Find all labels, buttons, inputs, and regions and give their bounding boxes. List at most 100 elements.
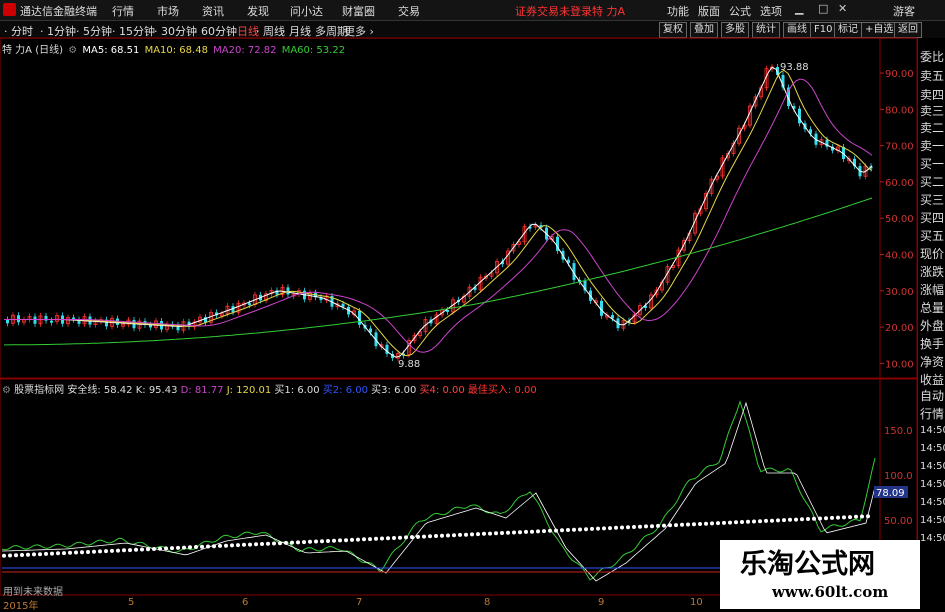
safe-line-dot: [200, 544, 204, 549]
sidebar-change-pct: 涨幅: [920, 283, 945, 297]
safe-line-dot: [590, 526, 594, 531]
safe-line-dot: [698, 522, 702, 526]
safe-line-dot: [608, 526, 612, 531]
safe-line-dot: [764, 518, 768, 523]
tick-time: 14:50: [920, 479, 945, 490]
indicator-tick-label: 50.00: [884, 516, 913, 527]
safe-line-dot: [488, 531, 492, 536]
date-label: 8: [484, 597, 491, 608]
safe-line-dot: [506, 530, 510, 535]
safe-line-dot: [530, 529, 534, 534]
safe-line-dot: [824, 516, 828, 521]
safe-line-dot: [710, 521, 714, 526]
price-tick-label: 20.00: [885, 323, 914, 334]
safe-line-dot: [860, 514, 864, 519]
sidebar-auto[interactable]: 自动: [920, 387, 945, 404]
date-label: 7: [356, 597, 363, 608]
price-tick-label: 60.00: [885, 178, 914, 189]
safe-line-dot: [236, 543, 240, 548]
price-tick-label: 90.00: [885, 69, 914, 80]
safe-line-dot: [164, 546, 168, 551]
price-high-text: 93.88: [780, 62, 809, 73]
safe-line-dot: [740, 520, 744, 524]
safe-line-dot: [692, 522, 696, 527]
safe-line-dot: [560, 528, 564, 533]
indicator-tick-label: 150.0: [884, 426, 913, 437]
safe-line-dot: [50, 551, 54, 556]
safe-line-dot: [182, 545, 186, 550]
ma20-line: [4, 78, 873, 353]
sidebar-buy1: 买一: [920, 157, 945, 171]
sidebar-volume: 总量: [920, 301, 945, 315]
price-pane-frame: [0, 37, 918, 379]
safe-line-dot: [830, 515, 834, 520]
safe-line-dot: [20, 553, 24, 557]
price-high-mark: 93.88: [780, 62, 809, 73]
safe-line-dot: [92, 549, 96, 554]
candles: [6, 63, 873, 362]
safe-line-dot: [344, 538, 348, 543]
safe-line-dot: [788, 517, 792, 522]
safe-line-dot: [104, 549, 108, 554]
sidebar-buy3: 买三: [920, 193, 945, 207]
safe-line-dot: [188, 545, 192, 550]
safe-line-dot: [716, 521, 720, 526]
safe-line-dot: [668, 523, 672, 528]
tick-time: 14:50: [920, 443, 945, 454]
safe-line-dot: [386, 536, 390, 541]
safe-line-dot: [674, 523, 678, 528]
safe-line-dot: [38, 552, 42, 557]
price-tick-label: 80.00: [885, 105, 914, 116]
sidebar-sell2: 卖二: [920, 121, 945, 135]
safe-line-dot: [224, 543, 228, 548]
safe-line-dot: [332, 538, 336, 543]
safe-line-dot: [146, 547, 150, 552]
safe-line-dot: [254, 542, 258, 547]
safe-line-dot: [746, 519, 750, 524]
safe-line-dot: [56, 551, 60, 556]
candle-body: [798, 108, 801, 124]
safe-line-dot: [854, 514, 858, 519]
sidebar-buy2: 买二: [920, 175, 945, 189]
safe-line-dot: [290, 540, 294, 545]
safe-line-dot: [446, 533, 450, 538]
safe-line-dot: [440, 533, 444, 538]
safe-line-dot: [818, 516, 822, 521]
price-low-text: 9.88: [398, 359, 420, 370]
safe-line-dot: [320, 539, 324, 544]
chart-canvas[interactable]: 90.00 80.00 70.00 60.00 50.00 40.00 30.00 20.00…: [0, 0, 945, 609]
safe-line-dot: [800, 517, 804, 522]
tick-time: 14:50: [920, 425, 945, 436]
safe-line-dot: [404, 535, 408, 540]
safe-line-dot: [2, 553, 6, 558]
price-tick-label: 40.00: [885, 251, 914, 262]
safe-line-dot: [230, 543, 234, 548]
safe-line-dot: [770, 518, 774, 523]
safe-line-dot: [836, 515, 840, 520]
safe-line-dot: [8, 553, 12, 558]
safe-line-dot: [374, 536, 378, 541]
tick-time: 14:50: [920, 497, 945, 508]
safe-line-dot: [656, 523, 660, 528]
safe-line-dot: [650, 524, 654, 529]
safe-line-dot: [554, 528, 558, 533]
safe-line-dot: [542, 529, 546, 534]
safe-line-dot: [362, 537, 366, 542]
safe-line-dot: [380, 536, 384, 541]
quote-sidebar: 委比 卖五 卖四 卖三 卖二 卖一 买一 买二 买三 买四 买五 现价 涨跌 涨…: [917, 38, 945, 609]
indicator-tick-label: 100.0: [884, 471, 913, 482]
safe-line-dot: [776, 518, 780, 523]
price-axis: 90.00 80.00 70.00 60.00 50.00 40.00 30.00 20.00…: [880, 69, 914, 370]
safe-line-dot: [218, 543, 222, 548]
ma10-line: [4, 69, 873, 357]
safe-line-dot: [680, 522, 684, 527]
safe-line-dot: [260, 542, 264, 546]
safe-line-dot: [32, 552, 36, 557]
safe-line-dot: [398, 535, 402, 540]
safe-line-dot: [464, 532, 468, 537]
sidebar-quote[interactable]: 行情: [920, 405, 945, 422]
safe-line-dot: [620, 525, 624, 530]
safe-line-dot: [434, 534, 438, 538]
safe-line-dot: [806, 517, 810, 521]
future-data-warning: 用到未来数据: [3, 587, 63, 598]
